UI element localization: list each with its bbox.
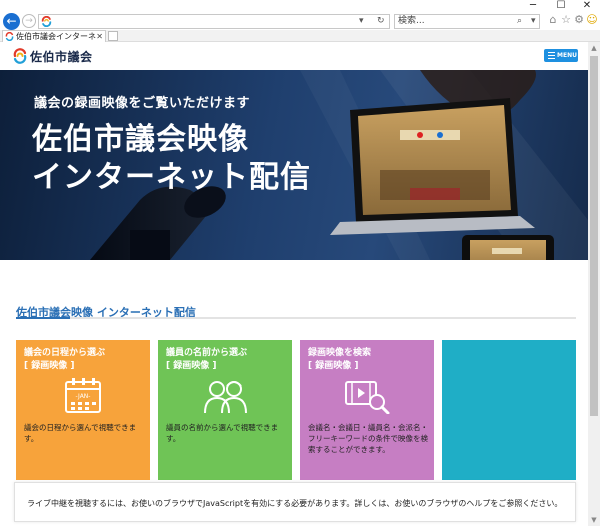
tab-favicon-icon	[5, 32, 14, 41]
gear-icon[interactable]: ⚙	[573, 13, 585, 27]
search-dropdown-icon[interactable]: ▾	[531, 15, 536, 28]
back-button[interactable]: ←	[3, 13, 20, 30]
browser-search-box[interactable]: 検索... ⌕ ▾	[394, 14, 540, 29]
card-search-tag: [ 録画映像 ]	[308, 361, 359, 371]
site-favicon-icon	[41, 16, 52, 27]
card-member[interactable]: 議員の名前から選ぶ [ 録画映像 ] 議員の名前から選んで視聴できます。	[158, 340, 292, 480]
hero-title-line2: インターネット配信	[32, 160, 311, 195]
forward-button[interactable]: →	[22, 14, 36, 28]
people-icon	[204, 381, 247, 414]
menu-label: MENU	[557, 52, 577, 59]
card-search-heading: 録画映像を検索 [ 録画映像 ]	[308, 347, 371, 373]
card-member-desc: 議員の名前から選んで視聴できます。	[166, 423, 279, 443]
site-header: 佐伯市議会 MENU	[0, 42, 588, 70]
scroll-up-icon[interactable]: ▲	[588, 42, 600, 54]
home-icon[interactable]: ⌂	[547, 13, 559, 27]
hamburger-icon	[548, 52, 555, 59]
maximize-button[interactable]: ☐	[548, 0, 574, 12]
close-window-button[interactable]: ✕	[574, 0, 600, 12]
address-bar[interactable]: ▾ ↻	[38, 14, 390, 29]
calendar-icon: -JAN-	[65, 378, 101, 413]
javascript-notice-text: ライブ中継を視聴するには、お使いのブラウザでJavaScriptを有効にする必要…	[27, 499, 563, 508]
tab-bar: 佐伯市議会インターネット議会... ✕	[0, 30, 600, 42]
page-viewport: 佐伯市議会 MENU 議会の録画映像をご覧いただけます 佐伯市議会映像 インター…	[0, 42, 588, 526]
card-live[interactable]	[442, 340, 576, 480]
card-member-title: 議員の名前から選ぶ	[166, 348, 248, 358]
tab-title: 佐伯市議会インターネット議会...	[16, 32, 96, 41]
card-search-title: 録画映像を検索	[308, 348, 372, 358]
video-search-icon	[345, 381, 390, 414]
smiley-icon[interactable]: ☺	[586, 13, 598, 27]
hero-subtitle: 議会の録画映像をご覧いただけます	[34, 96, 251, 111]
card-member-tag: [ 録画映像 ]	[166, 361, 217, 371]
arrow-left-icon: ←	[6, 14, 17, 28]
refresh-icon[interactable]: ↻	[377, 15, 385, 28]
card-search-desc: 会議名・会議日・議員名・会派名・フリーキーワードの条件で映像を検索することができ…	[308, 423, 428, 454]
card-schedule-desc: 議会の日程から選んで視聴できます。	[24, 423, 137, 443]
hero-banner: 議会の録画映像をご覧いただけます 佐伯市議会映像 インターネット配信	[0, 70, 588, 260]
arrow-right-icon: →	[25, 16, 33, 26]
search-placeholder: 検索...	[398, 16, 425, 26]
dropdown-icon[interactable]: ▾	[359, 15, 364, 28]
card-member-heading: 議員の名前から選ぶ [ 録画映像 ]	[166, 347, 247, 373]
tab-active[interactable]: 佐伯市議会インターネット議会... ✕	[2, 30, 106, 42]
minimize-button[interactable]: ─	[520, 0, 546, 12]
section-divider	[16, 317, 576, 319]
star-icon[interactable]: ☆	[560, 13, 572, 27]
logo-text: 佐伯市議会	[30, 49, 93, 64]
javascript-notice: ライブ中継を視聴するには、お使いのブラウザでJavaScriptを有効にする必要…	[14, 482, 576, 522]
card-schedule-tag: [ 録画映像 ]	[24, 361, 75, 371]
browser-navbar: ← → ▾ ↻ 検索... ⌕ ▾	[0, 12, 600, 30]
new-tab-button[interactable]	[108, 31, 118, 41]
menu-button[interactable]: MENU	[544, 49, 578, 62]
saiki-logo-icon	[13, 48, 27, 64]
card-search[interactable]: 録画映像を検索 [ 録画映像 ] 会議名・会議日・議員名・会派名・フリーキーワー…	[300, 340, 434, 480]
card-schedule-title: 議会の日程から選ぶ	[24, 348, 106, 358]
card-schedule-heading: 議会の日程から選ぶ [ 録画映像 ]	[24, 347, 105, 373]
window-titlebar: ─ ☐ ✕	[0, 0, 600, 12]
calendar-icon-text: -JAN-	[76, 393, 91, 400]
scroll-thumb[interactable]	[590, 56, 598, 416]
card-schedule[interactable]: 議会の日程から選ぶ [ 録画映像 ] -JAN- 議会の日程から選んで視聴できま…	[16, 340, 150, 480]
site-logo[interactable]: 佐伯市議会	[12, 47, 93, 65]
tab-close-icon[interactable]: ✕	[96, 31, 103, 42]
search-icon[interactable]: ⌕	[517, 15, 522, 28]
page-scrollbar[interactable]: ▲ ▼	[588, 42, 600, 526]
scroll-down-icon[interactable]: ▼	[588, 514, 600, 526]
